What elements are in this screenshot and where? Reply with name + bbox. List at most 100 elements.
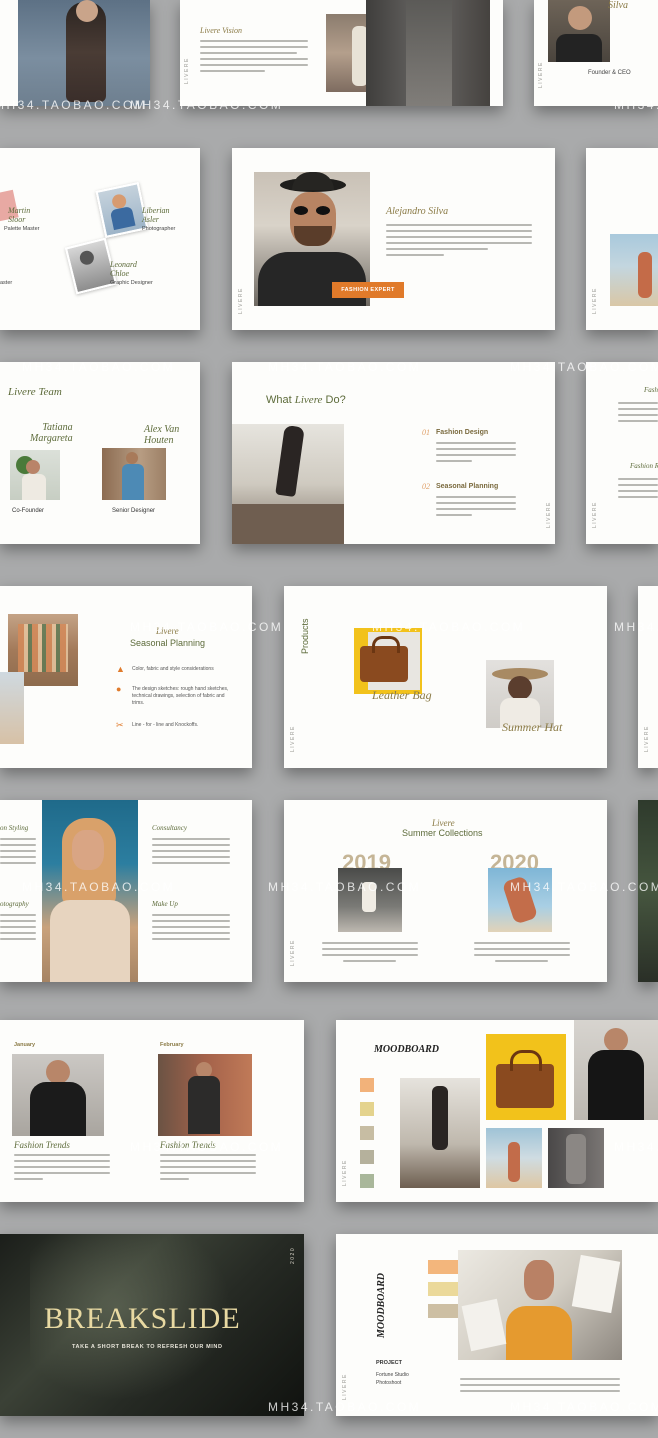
brand-vertical: LIVERE (592, 287, 598, 314)
summer-body-1 (322, 942, 418, 966)
photo-dark-plant (638, 800, 658, 982)
project-label: PROJECT (376, 1360, 402, 1366)
brand-vertical: LIVERE (546, 501, 552, 528)
slide-products: Products Leather Bag Summer Hat LIVERE (284, 586, 607, 768)
photo-alex (102, 448, 166, 500)
seasonal-title: Seasonal Planning (130, 638, 206, 648)
service-right-2: Make Up (152, 900, 178, 908)
products-heading: Products (300, 618, 310, 654)
slide-row4-right: LIVERE (638, 586, 658, 768)
fashion-expert-badge: FASHION EXPERT (332, 282, 404, 298)
vision-title: Livere Vision (200, 26, 242, 35)
slide-fashion-expert: Alejandro Silva FASHION EXPERT LIVERE (232, 148, 555, 330)
right-body-1 (618, 402, 658, 426)
project-line1: Fortune Studio (376, 1372, 409, 1378)
slide-row1-vision: Livere Vision LIVERE (180, 0, 503, 106)
photo-mood-gloves (574, 1020, 658, 1120)
photo-founder (548, 0, 610, 62)
slide-row3-right: Fash Fashion R LIVERE (586, 362, 658, 544)
member1-role: Co-Founder (12, 508, 45, 514)
photo-leather-bag (354, 628, 422, 694)
member2-name: Alex Van Houten (144, 424, 180, 446)
summer-title: Summer Collections (402, 828, 483, 838)
shirt-icon: ▲ (116, 664, 125, 674)
photo-woman-sea (18, 0, 150, 106)
slide-team: Livere Team Tatiana Margareta Co-Founder… (0, 362, 200, 544)
swatch-5 (360, 1174, 374, 1188)
service-right-2-body (152, 914, 230, 944)
service-left-1-body (0, 838, 36, 868)
photo-mood-stairs (400, 1078, 480, 1188)
item2-number: 02 (422, 482, 430, 491)
right-label-1: Fash (644, 386, 658, 394)
photo-tatiana (10, 450, 60, 500)
service-left-2-body (0, 914, 36, 944)
photo-liberia (95, 181, 149, 239)
summer-body-2 (474, 942, 570, 966)
photo-coat-model (366, 0, 490, 106)
photo-mood-woman-papers (458, 1250, 622, 1360)
slide-services: on Styling otography Consultancy Make Up (0, 800, 252, 982)
photo-mood-beach (486, 1128, 542, 1188)
brand-vertical: LIVERE (184, 57, 190, 84)
service-right-1-body (152, 838, 230, 868)
brand-vertical: LIVERE (538, 61, 544, 88)
liberia-role: Photographer (142, 226, 176, 232)
month-january: January (14, 1042, 36, 1048)
photo-february (158, 1054, 252, 1136)
breakslide-title: BREAKSLIDE (44, 1302, 241, 1335)
brand-vertical: LIVERE (238, 287, 244, 314)
vision-body-text (200, 40, 308, 76)
photo-summer-hat (486, 660, 554, 728)
team-title: Livere Team (8, 386, 62, 398)
trend-title-1: Fashion Trends (14, 1140, 70, 1150)
master-role-partial: aster (0, 280, 13, 286)
seasonal-item3: Line - for - line and Knockoffs. (132, 722, 199, 728)
brand-vertical: LIVERE (644, 725, 650, 752)
slide-summer-collections: Livere Summer Collections 2019 2020 LIVE… (284, 800, 607, 982)
slide-what-we-do: What Livere Do? 01 Fashion Design 02 Sea… (232, 362, 555, 544)
swatch-2 (360, 1102, 374, 1116)
palette-icon: ● (116, 684, 122, 694)
martin-name: Martin Sloor (8, 206, 31, 224)
member1-name: Tatiana Margareta (30, 422, 73, 444)
slide-team-roles: Martin Sloor Palette Master Liberian Asl… (0, 148, 200, 330)
leonard-role: Graphic Designer (110, 280, 153, 286)
trend-title-2: Fashion Trends (160, 1140, 216, 1150)
right-label-2: Fashion R (630, 462, 658, 470)
slide-breakslide: BREAKSLIDE TAKE A SHORT BREAK TO REFRESH… (0, 1234, 304, 1416)
photo-2020 (488, 868, 552, 932)
slide-moodboard: MOODBOARD LIVERE (336, 1020, 658, 1202)
month-february: February (160, 1042, 184, 1048)
moodboard2-title: MOODBOARD (376, 1272, 387, 1338)
slide-trends: January Fashion Trends February Fashion … (0, 1020, 304, 1202)
trend-body-2 (160, 1154, 256, 1184)
seasonal-item1: Color, fabric and style considerations (132, 666, 214, 672)
expert-bio (386, 224, 532, 260)
photo-stairs-woman (232, 424, 344, 544)
product1-name: Leather Bag (372, 688, 432, 702)
service-right-1: Consultancy (152, 824, 187, 832)
project-line2: Photoshoot (376, 1380, 402, 1386)
service-left-1: on Styling (0, 824, 29, 832)
item1-number: 01 (422, 428, 430, 437)
right-body-2 (618, 478, 658, 502)
item1-body (436, 442, 516, 466)
product2-name: Summer Hat (502, 720, 563, 734)
martin-role: Palette Master (4, 226, 40, 232)
moodboard-title: MOODBOARD (374, 1044, 440, 1055)
photo-blonde-woman (42, 800, 138, 982)
slide-seasonal: Livere Seasonal Planning ▲ Color, fabric… (0, 586, 252, 768)
moodboard2-body (460, 1378, 620, 1396)
breakslide-subtitle: TAKE A SHORT BREAK TO REFRESH OUR MIND (72, 1344, 223, 1350)
slide-row2-right: LIVERE (586, 148, 658, 330)
photo-january (12, 1054, 104, 1136)
photo-beach-woman (610, 234, 658, 306)
brand-vertical: LIVERE (290, 939, 296, 966)
scissors-icon: ✂ (116, 720, 124, 730)
expert-name: Alejandro Silva (386, 206, 449, 217)
slide-moodboard-project: MOODBOARD PROJECT Fortune Studio Photosh… (336, 1234, 658, 1416)
photo-mood-bag (486, 1034, 566, 1120)
item2-body (436, 496, 516, 520)
swatch-3 (360, 1126, 374, 1140)
